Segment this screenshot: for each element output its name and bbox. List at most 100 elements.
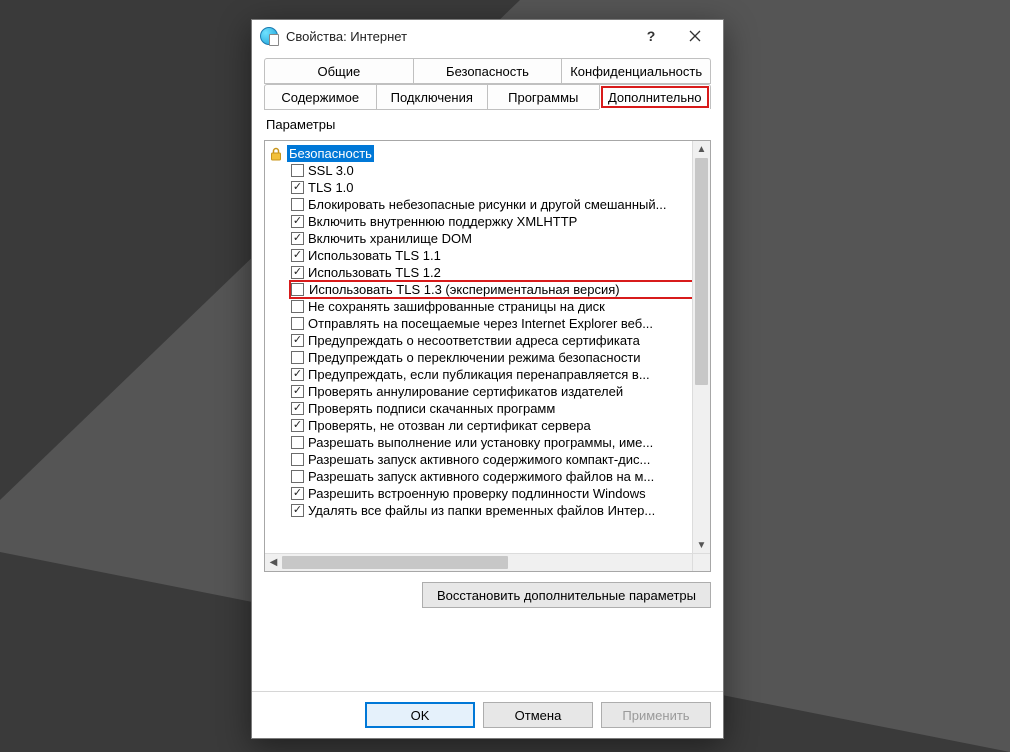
checkbox[interactable]: [291, 436, 304, 449]
scroll-thumb[interactable]: [282, 556, 508, 569]
tree-item[interactable]: Предупреждать, если публикация перенапра…: [291, 366, 710, 383]
scrollbar-corner: [692, 553, 710, 571]
tree-item[interactable]: Предупреждать о переключении режима безо…: [291, 349, 710, 366]
checkbox[interactable]: [291, 266, 304, 279]
tab-label: Общие: [317, 64, 360, 79]
groupbox-label: Параметры: [264, 117, 337, 132]
internet-options-icon: [260, 27, 278, 45]
close-button[interactable]: [673, 22, 717, 50]
checkbox[interactable]: [291, 351, 304, 364]
titlebar: Свойства: Интернет ?: [252, 20, 723, 52]
tree-category[interactable]: Безопасность: [269, 145, 710, 162]
tree-item[interactable]: TLS 1.0: [291, 179, 710, 196]
checkbox[interactable]: [291, 385, 304, 398]
tree-item[interactable]: Проверять аннулирование сертификатов изд…: [291, 383, 710, 400]
tree-item[interactable]: Использовать TLS 1.3 (экспериментальная …: [291, 281, 710, 298]
tab-label: Дополнительно: [608, 90, 702, 105]
tab-программы[interactable]: Программы: [487, 84, 600, 109]
settings-groupbox: Параметры БезопасностьSSL 3.0TLS 1.0Блок…: [264, 126, 711, 608]
window-title: Свойства: Интернет: [286, 29, 629, 44]
tab-подключения[interactable]: Подключения: [376, 84, 489, 109]
tab-содержимое[interactable]: Содержимое: [264, 84, 377, 109]
tab-дополнительно[interactable]: Дополнительно: [599, 84, 712, 109]
tree-item-label: Проверять аннулирование сертификатов изд…: [308, 383, 623, 400]
ok-button[interactable]: OK: [365, 702, 475, 728]
scroll-down-icon[interactable]: ▼: [693, 537, 710, 554]
tree-item-label: TLS 1.0: [308, 179, 354, 196]
close-icon: [689, 30, 701, 42]
tree-item[interactable]: Разрешать выполнение или установку прогр…: [291, 434, 710, 451]
tab-strip: Общие Безопасность Конфиденциальность Соде…: [264, 58, 711, 110]
scroll-thumb[interactable]: [695, 158, 708, 385]
tab-label: Безопасность: [446, 64, 529, 79]
checkbox[interactable]: [291, 232, 304, 245]
checkbox[interactable]: [291, 215, 304, 228]
checkbox[interactable]: [291, 402, 304, 415]
checkbox[interactable]: [291, 368, 304, 381]
tab-label: Программы: [508, 90, 578, 105]
cancel-button[interactable]: Отмена: [483, 702, 593, 728]
checkbox[interactable]: [291, 317, 304, 330]
dialog-footer: OK Отмена Применить: [252, 691, 723, 738]
tree-item-label: Разрешить встроенную проверку подлинност…: [308, 485, 646, 502]
stage-background: Свойства: Интернет ? Общие Безопасность Ко…: [0, 0, 1010, 752]
checkbox[interactable]: [291, 249, 304, 262]
tree-item-label: Разрешать выполнение или установку прогр…: [308, 434, 653, 451]
restore-advanced-settings-button[interactable]: Восстановить дополнительные параметры: [422, 582, 711, 608]
checkbox[interactable]: [291, 470, 304, 483]
internet-properties-dialog: Свойства: Интернет ? Общие Безопасность Ко…: [251, 19, 724, 739]
checkbox[interactable]: [291, 453, 304, 466]
checkbox[interactable]: [291, 504, 304, 517]
tree-item-label: Предупреждать, если публикация перенапра…: [308, 366, 650, 383]
checkbox[interactable]: [291, 164, 304, 177]
tree-item[interactable]: Разрешать запуск активного содержимого ф…: [291, 468, 710, 485]
tree-item-label: Блокировать небезопасные рисунки и друго…: [308, 196, 666, 213]
tree-item[interactable]: Отправлять на посещаемые через Internet …: [291, 315, 710, 332]
tab-конфиденциальность[interactable]: Конфиденциальность: [561, 58, 711, 83]
tree-item-label: Разрешать запуск активного содержимого ф…: [308, 468, 654, 485]
tree-item[interactable]: Проверять подписи скачанных программ: [291, 400, 710, 417]
tree-item[interactable]: Разрешать запуск активного содержимого к…: [291, 451, 710, 468]
tab-безопасность[interactable]: Безопасность: [413, 58, 563, 83]
tree-item-label: Предупреждать о несоответствии адреса се…: [308, 332, 640, 349]
apply-button[interactable]: Применить: [601, 702, 711, 728]
tree-item[interactable]: Разрешить встроенную проверку подлинност…: [291, 485, 710, 502]
help-button[interactable]: ?: [629, 22, 673, 50]
tab-общие[interactable]: Общие: [264, 58, 414, 83]
tree-item-label: SSL 3.0: [308, 162, 354, 179]
checkbox[interactable]: [291, 198, 304, 211]
scroll-up-icon[interactable]: ▲: [693, 141, 710, 158]
tree-item-label: Включить хранилище DOM: [308, 230, 472, 247]
horizontal-scrollbar[interactable]: ◀ ▶: [265, 553, 710, 571]
tree-item[interactable]: Использовать TLS 1.1: [291, 247, 710, 264]
tree-item[interactable]: Блокировать небезопасные рисунки и друго…: [291, 196, 710, 213]
tab-label: Подключения: [391, 90, 473, 105]
tree-item[interactable]: SSL 3.0: [291, 162, 710, 179]
settings-tree[interactable]: БезопасностьSSL 3.0TLS 1.0Блокировать не…: [264, 140, 711, 572]
tree-item[interactable]: Использовать TLS 1.2: [291, 264, 710, 281]
checkbox[interactable]: [291, 181, 304, 194]
checkbox[interactable]: [291, 300, 304, 313]
tree-item-label: Не сохранять зашифрованные страницы на д…: [308, 298, 605, 315]
tree-item[interactable]: Удалять все файлы из папки временных фай…: [291, 502, 710, 519]
tree-item[interactable]: Включить хранилище DOM: [291, 230, 710, 247]
tree-item-label: Включить внутреннюю поддержку XMLHTTP: [308, 213, 577, 230]
checkbox[interactable]: [291, 283, 304, 296]
checkbox[interactable]: [291, 334, 304, 347]
tree-item-label: Предупреждать о переключении режима безо…: [308, 349, 641, 366]
tree-item[interactable]: Не сохранять зашифрованные страницы на д…: [291, 298, 710, 315]
tree-category-label: Безопасность: [287, 145, 374, 162]
vertical-scrollbar[interactable]: ▲ ▼: [692, 141, 710, 554]
tree-item-label: Удалять все файлы из папки временных фай…: [308, 502, 655, 519]
tree-item-label: Проверять, не отозван ли сертификат серв…: [308, 417, 591, 434]
tree-item[interactable]: Проверять, не отозван ли сертификат серв…: [291, 417, 710, 434]
scroll-left-icon[interactable]: ◀: [265, 554, 282, 571]
tree-item-label: Использовать TLS 1.3 (экспериментальная …: [308, 281, 621, 298]
checkbox[interactable]: [291, 487, 304, 500]
checkbox[interactable]: [291, 419, 304, 432]
tab-label: Содержимое: [281, 90, 359, 105]
tree-item[interactable]: Предупреждать о несоответствии адреса се…: [291, 332, 710, 349]
tree-item-label: Разрешать запуск активного содержимого к…: [308, 451, 650, 468]
tree-item[interactable]: Включить внутреннюю поддержку XMLHTTP: [291, 213, 710, 230]
tab-label: Конфиденциальность: [570, 64, 702, 79]
